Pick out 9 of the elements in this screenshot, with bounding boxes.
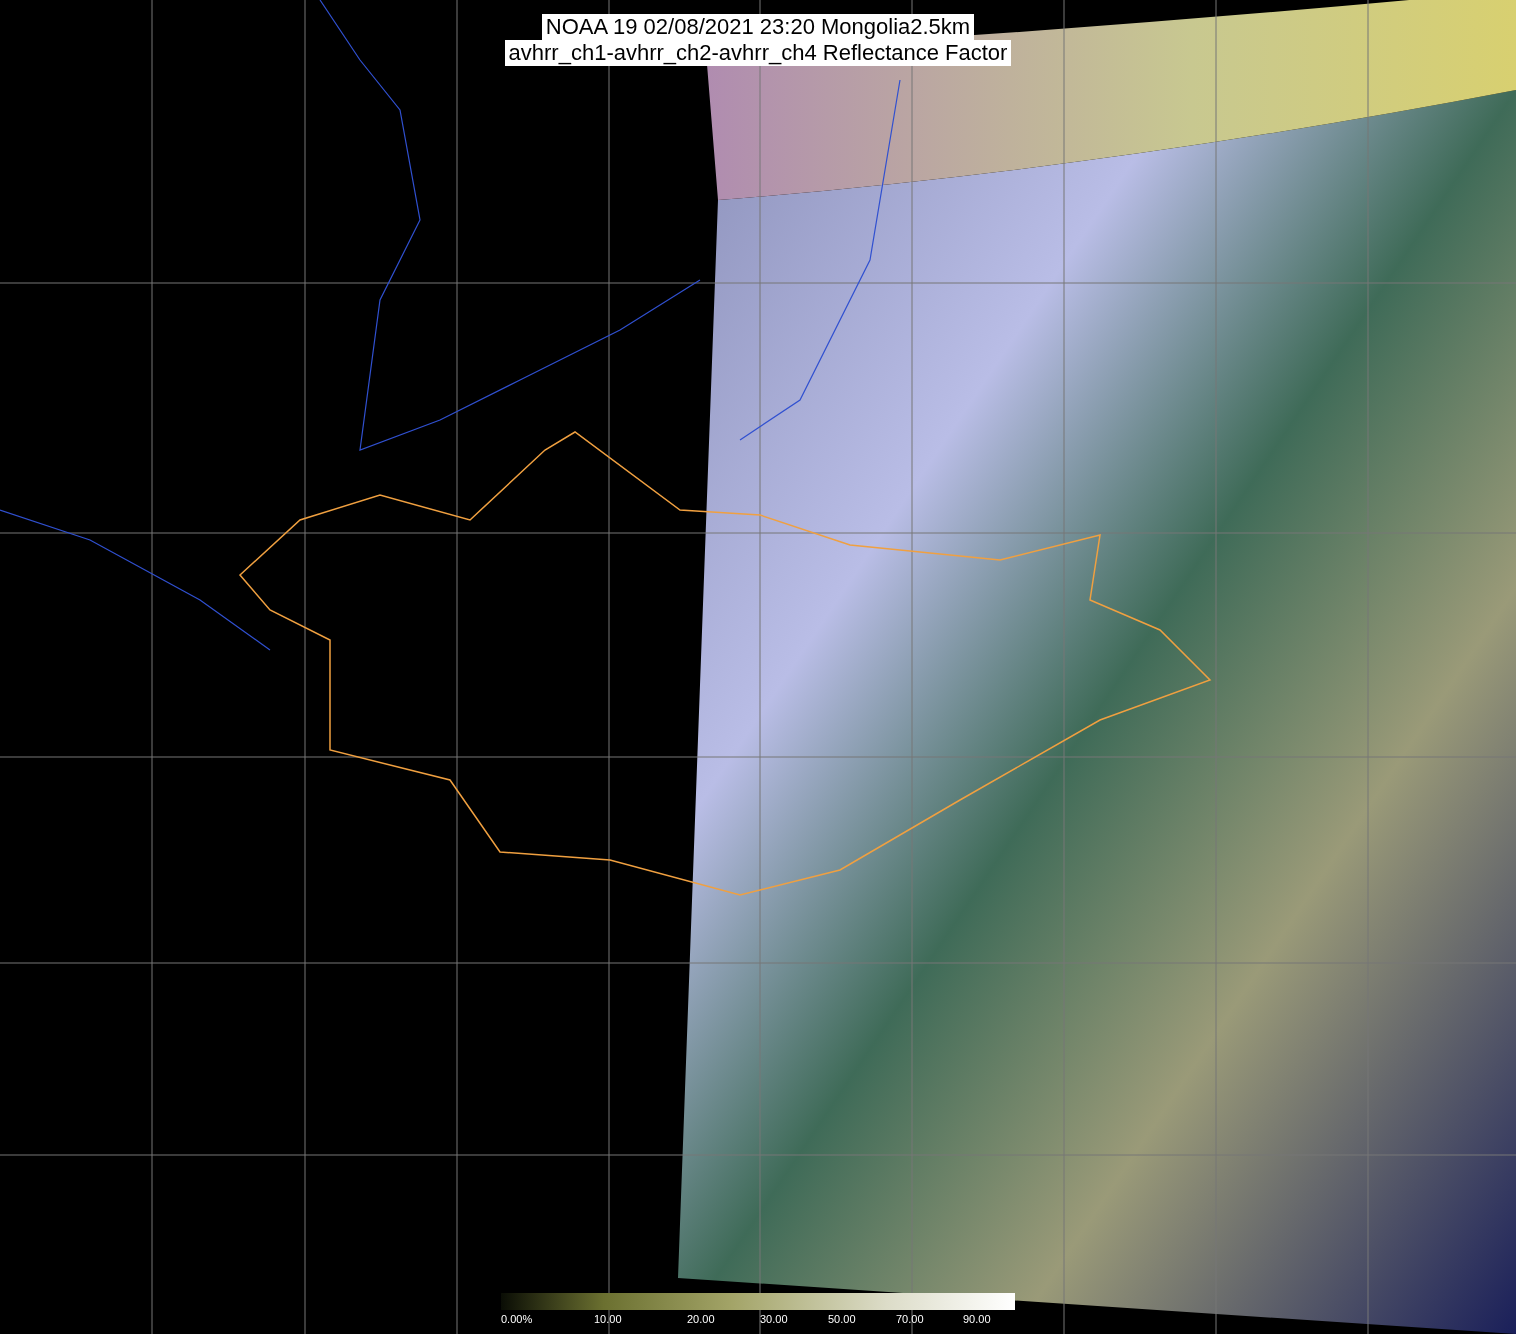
colorbar-tick-label: 50.00 [828,1312,856,1326]
colorbar-tick-label: 90.00 [963,1312,991,1326]
colorbar-tick-label: 70.00 [896,1312,924,1326]
map-title: NOAA 19 02/08/2021 23:20 Mongolia2.5km [541,14,975,40]
colorbar-tick-label: 10.00 [594,1312,622,1326]
colorbar-tick-label: 0.00% [501,1312,533,1326]
map-title: avhrr_ch1-avhrr_ch2-avhrr_ch4 Reflectance Factor [504,40,1012,66]
colorbar-tick-label: 30.00 [760,1312,788,1326]
colorbar-tick-label: 20.00 [687,1312,715,1326]
